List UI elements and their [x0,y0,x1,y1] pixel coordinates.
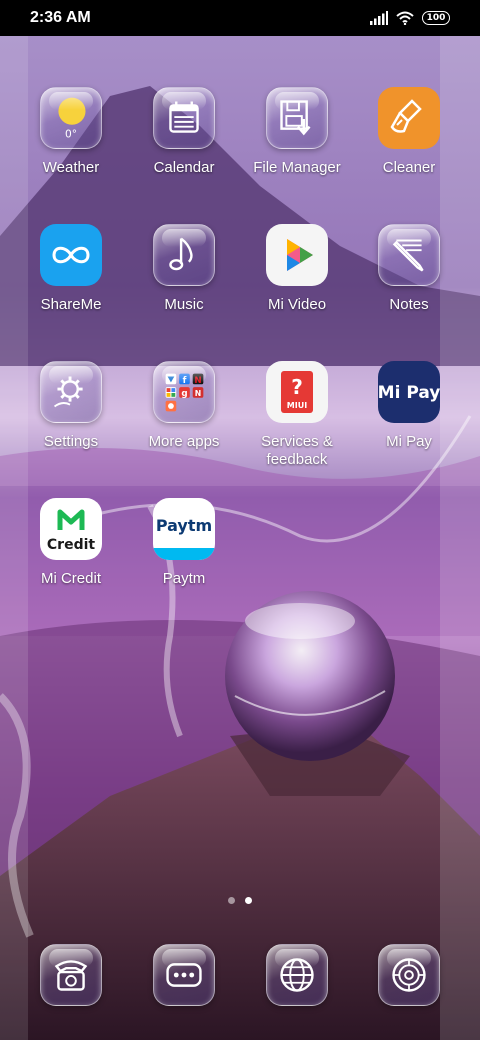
app-settings[interactable]: Settings [15,361,127,491]
miui-badge: MIUI [287,401,307,410]
dock-camera[interactable] [353,944,465,1040]
app-label: Services & feedback [261,433,333,468]
battery-icon: 100 [422,11,450,25]
status-time: 2:36 AM [30,9,91,26]
app-more-apps-folder[interactable]: f N g N More apps [128,361,240,491]
music-icon [153,224,215,286]
app-notes[interactable]: Notes [353,224,465,354]
folder-icon: f N g N [153,361,215,423]
app-shareme[interactable]: ShareMe [15,224,127,354]
svg-text:?: ? [291,375,303,399]
app-weather[interactable]: 0° Weather [15,87,127,217]
services-feedback-icon: ? MIUI [266,361,328,423]
app-label: Music [164,296,204,313]
app-mi-video[interactable]: Mi Video [241,224,353,354]
weather-icon: 0° [40,87,102,149]
app-label: Calendar [153,159,215,176]
messages-icon [153,944,215,1006]
status-bar: 2:36 AM 100 [0,0,480,36]
app-label: More apps [148,433,220,450]
app-mi-pay[interactable]: Mi Pay Mi Pay [353,361,465,491]
app-label: Settings [43,433,99,450]
paytm-logo: Paytm [156,516,212,535]
app-label: Mi Credit [40,570,101,587]
app-calendar[interactable]: Calendar [128,87,240,217]
shareme-icon [40,224,102,286]
status-icons: 100 [370,10,450,26]
app-label: Weather [42,159,100,176]
app-label: Mi Video [267,296,327,313]
page-dot[interactable] [228,897,235,904]
svg-text:N: N [195,389,201,398]
app-label: File Manager [253,159,341,176]
page-dot-active[interactable] [245,897,252,904]
file-manager-icon [266,87,328,149]
app-label: ShareMe [40,296,102,313]
settings-icon [40,361,102,423]
notes-icon [378,224,440,286]
camera-icon [378,944,440,1006]
mi-pay-icon: Mi Pay [378,361,440,423]
app-label: Paytm [162,570,206,587]
app-mi-credit[interactable]: Credit Mi Credit [15,498,127,628]
app-label: Notes [389,296,429,313]
svg-text:N: N [194,376,201,386]
app-services-feedback[interactable]: ? MIUI Services & feedback [241,361,353,491]
app-label: Mi Pay [386,433,432,450]
signal-icon [370,11,388,25]
weather-temp: 0° [65,127,77,140]
app-label: Cleaner [382,159,436,176]
dock-phone[interactable] [15,944,127,1040]
dock-messages[interactable] [128,944,240,1040]
mi-credit-logo: Credit [47,537,95,553]
page-indicator [228,897,252,904]
app-file-manager[interactable]: File Manager [241,87,353,217]
app-cleaner[interactable]: Cleaner [353,87,465,217]
mi-credit-icon: Credit [40,498,102,560]
svg-text:f: f [183,376,187,386]
phone-icon [40,944,102,1006]
dock-browser[interactable] [241,944,353,1040]
mi-video-icon [266,224,328,286]
mi-pay-logo: Mi Pay [378,383,440,403]
app-paytm[interactable]: Paytm Paytm [128,498,240,628]
wifi-icon [396,11,414,25]
calendar-icon [153,87,215,149]
browser-icon [266,944,328,1006]
cleaner-icon [378,87,440,149]
svg-text:g: g [181,389,187,399]
app-music[interactable]: Music [128,224,240,354]
paytm-icon: Paytm [153,498,215,560]
